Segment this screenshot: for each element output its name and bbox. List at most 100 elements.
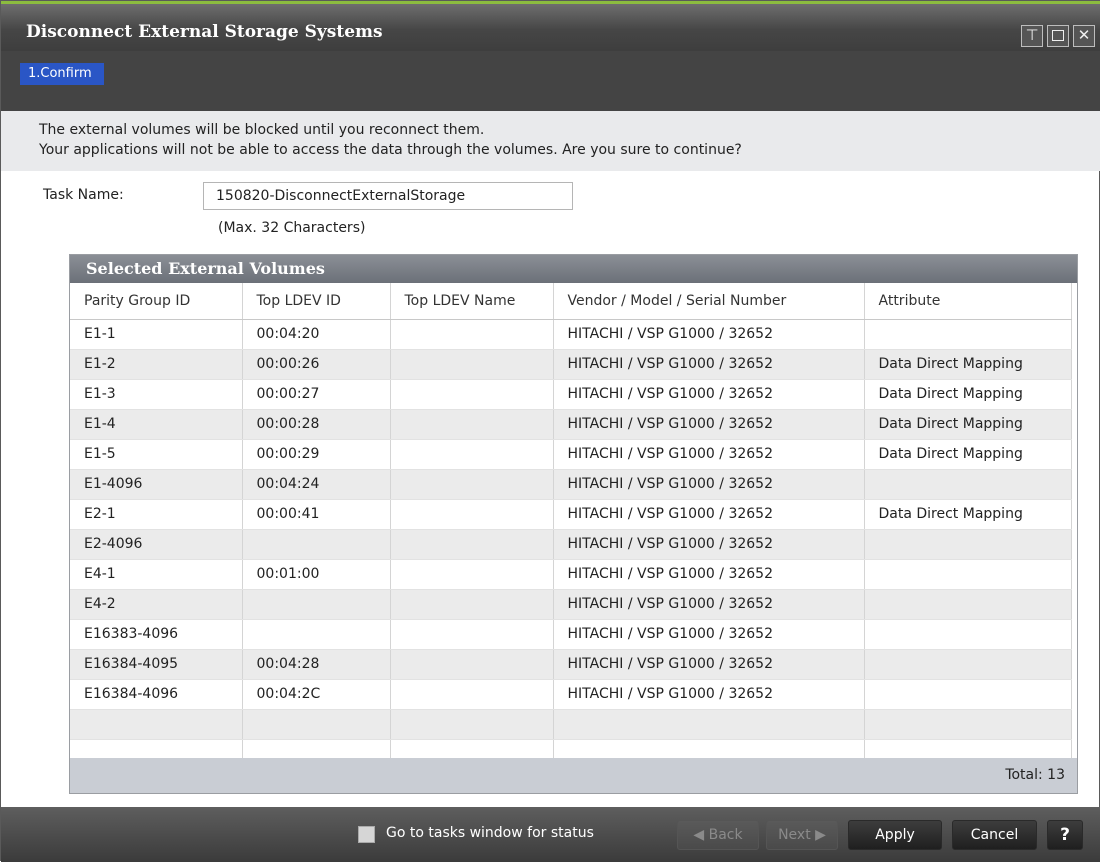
selected-volumes-panel: Selected External Volumes Parity Group I… [69, 254, 1078, 794]
table-row[interactable]: E16384-4095 00:04:28 HITACHI / VSP G1000… [70, 649, 1072, 680]
column-header[interactable]: Top LDEV Name [390, 283, 554, 320]
column-header[interactable]: Vendor / Model / Serial Number [553, 283, 865, 320]
table-cell [242, 739, 391, 760]
table-row[interactable]: E2-4096 HITACHI / VSP G1000 / 32652 [70, 529, 1072, 560]
table-cell: E1-3 [70, 379, 243, 410]
chevron-left-icon: ◀ [693, 827, 709, 843]
volumes-table: Parity Group ID Top LDEV ID Top LDEV Nam… [70, 283, 1072, 760]
table-cell [864, 739, 1072, 760]
column-header[interactable]: Attribute [864, 283, 1072, 320]
table-cell: Data Direct Mapping [864, 439, 1072, 470]
table-cell [864, 709, 1072, 740]
table-cell [242, 619, 391, 650]
table-cell: HITACHI / VSP G1000 / 32652 [553, 559, 865, 590]
panel-title: Selected External Volumes [70, 255, 1077, 283]
table-cell: E1-5 [70, 439, 243, 470]
table-cell [390, 409, 554, 440]
wizard-step-bar: 1.Confirm [1, 51, 1100, 111]
table-row[interactable]: E1-2 00:00:26 HITACHI / VSP G1000 / 3265… [70, 349, 1072, 380]
table-row[interactable]: E2-1 00:00:41 HITACHI / VSP G1000 / 3265… [70, 499, 1072, 530]
message-line-2: Your applications will not be able to ac… [39, 142, 742, 158]
table-cell [390, 649, 554, 680]
table-cell [390, 469, 554, 500]
table-cell [390, 379, 554, 410]
table-cell [864, 679, 1072, 710]
table-cell [864, 589, 1072, 620]
column-header[interactable]: Parity Group ID [70, 283, 243, 320]
table-cell [390, 619, 554, 650]
goto-tasks-label[interactable]: Go to tasks window for status [386, 825, 594, 841]
table-cell: Data Direct Mapping [864, 379, 1072, 410]
cancel-button[interactable]: Cancel [952, 820, 1037, 850]
table-cell: HITACHI / VSP G1000 / 32652 [553, 499, 865, 530]
table-cell: 00:04:24 [242, 469, 391, 500]
table-cell [390, 319, 554, 350]
step-confirm[interactable]: 1.Confirm [20, 63, 104, 85]
table-cell: 00:04:20 [242, 319, 391, 350]
table-row[interactable]: E16384-4096 00:04:2C HITACHI / VSP G1000… [70, 679, 1072, 710]
table-cell: 00:04:2C [242, 679, 391, 710]
table-row [70, 709, 1072, 740]
table-cell: E2-4096 [70, 529, 243, 560]
table-cell: Data Direct Mapping [864, 409, 1072, 440]
table-cell [70, 739, 243, 760]
table-cell [553, 739, 865, 760]
table-cell [864, 469, 1072, 500]
table-cell [242, 589, 391, 620]
close-icon[interactable]: ✕ [1073, 25, 1095, 47]
table-cell [864, 529, 1072, 560]
table-cell: E1-4 [70, 409, 243, 440]
back-button[interactable]: ◀ Back [677, 820, 759, 850]
table-cell [553, 709, 865, 740]
table-cell: 00:04:28 [242, 649, 391, 680]
table-row[interactable]: E4-1 00:01:00 HITACHI / VSP G1000 / 3265… [70, 559, 1072, 590]
table-cell [864, 649, 1072, 680]
table-cell: HITACHI / VSP G1000 / 32652 [553, 619, 865, 650]
table-cell: E16383-4096 [70, 619, 243, 650]
table-cell: HITACHI / VSP G1000 / 32652 [553, 469, 865, 500]
table-cell [390, 559, 554, 590]
table-cell: 00:00:27 [242, 379, 391, 410]
task-name-input[interactable] [203, 182, 573, 210]
table-cell [390, 529, 554, 560]
table-cell: HITACHI / VSP G1000 / 32652 [553, 349, 865, 380]
pin-icon[interactable]: ⊤ [1021, 25, 1043, 47]
table-row[interactable]: E1-4 00:00:28 HITACHI / VSP G1000 / 3265… [70, 409, 1072, 440]
goto-tasks-checkbox[interactable] [358, 826, 375, 843]
table-row[interactable]: E1-4096 00:04:24 HITACHI / VSP G1000 / 3… [70, 469, 1072, 500]
table-cell: E4-2 [70, 589, 243, 620]
help-button[interactable]: ? [1047, 820, 1083, 850]
table-row[interactable]: E1-5 00:00:29 HITACHI / VSP G1000 / 3265… [70, 439, 1072, 470]
table-cell: Data Direct Mapping [864, 499, 1072, 530]
apply-button[interactable]: Apply [848, 820, 942, 850]
table-row[interactable]: E16383-4096 HITACHI / VSP G1000 / 32652 [70, 619, 1072, 650]
table-cell: Data Direct Mapping [864, 349, 1072, 380]
table-cell [390, 349, 554, 380]
table-cell: HITACHI / VSP G1000 / 32652 [553, 379, 865, 410]
table-cell: E16384-4096 [70, 679, 243, 710]
table-cell: HITACHI / VSP G1000 / 32652 [553, 679, 865, 710]
maximize-icon[interactable] [1047, 25, 1069, 47]
table-cell [242, 709, 391, 740]
dialog-window: Disconnect External Storage Systems ⊤ ✕ … [0, 0, 1100, 862]
table-cell: 00:00:28 [242, 409, 391, 440]
table-cell [242, 529, 391, 560]
table-cell [390, 499, 554, 530]
table-cell: E1-4096 [70, 469, 243, 500]
next-button[interactable]: Next ▶ [766, 820, 838, 850]
table-row[interactable]: E4-2 HITACHI / VSP G1000 / 32652 [70, 589, 1072, 620]
button-bar: Go to tasks window for status ◀ Back Nex… [1, 807, 1100, 862]
column-header[interactable]: Top LDEV ID [242, 283, 391, 320]
table-cell [864, 319, 1072, 350]
table-cell: HITACHI / VSP G1000 / 32652 [553, 649, 865, 680]
table-cell [390, 439, 554, 470]
next-label: Next [778, 827, 811, 843]
table-cell: HITACHI / VSP G1000 / 32652 [553, 409, 865, 440]
table-cell: 00:01:00 [242, 559, 391, 590]
table-cell: 00:00:41 [242, 499, 391, 530]
table-cell: E2-1 [70, 499, 243, 530]
table-cell [390, 739, 554, 760]
table-row[interactable]: E1-3 00:00:27 HITACHI / VSP G1000 / 3265… [70, 379, 1072, 410]
table-row[interactable]: E1-1 00:04:20 HITACHI / VSP G1000 / 3265… [70, 319, 1072, 350]
table-total: Total: 13 [70, 758, 1077, 793]
